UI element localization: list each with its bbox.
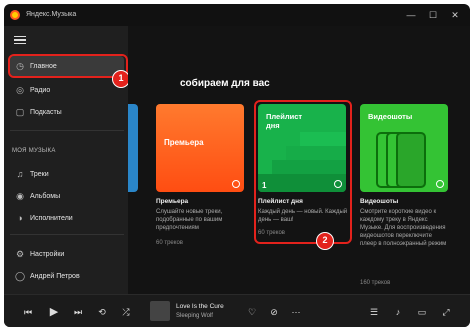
annotation-highlight-playlist: [254, 100, 352, 244]
mini-player-icon[interactable]: ▭: [414, 304, 430, 320]
like-icon[interactable]: ♡: [244, 304, 260, 320]
track-title[interactable]: Love Is the Cure: [176, 303, 224, 310]
cover-videoshots[interactable]: Видеошоты: [360, 104, 448, 192]
card-title[interactable]: Премьера: [156, 198, 188, 205]
annotation-badge-2: 2: [316, 232, 334, 250]
podcast-icon: ▢: [15, 106, 25, 117]
shuffle-icon[interactable]: ⤮: [118, 304, 134, 320]
dislike-icon[interactable]: ⊘: [266, 304, 282, 320]
fullscreen-icon[interactable]: ⤢: [438, 304, 454, 320]
sidebar: ◷ Главное ◎ Радио ▢ Подкасты МОЯ МУЗЫКА …: [4, 26, 128, 294]
yandex-badge-icon: [232, 180, 240, 188]
close-button[interactable]: ✕: [448, 8, 462, 22]
radio-icon: ◎: [16, 84, 24, 95]
sidebar-item-label: Альбомы: [30, 192, 61, 200]
cover-title: Премьера: [164, 138, 204, 147]
section-heading: собираем для вас: [180, 78, 270, 89]
sidebar-item-podcasts[interactable]: ▢ Подкасты: [10, 102, 124, 122]
sidebar-item-label: Исполнители: [30, 214, 73, 222]
user-icon: ◯: [14, 270, 26, 281]
card-description: Слушайте новые треки, подобранные по ваш…: [156, 209, 223, 231]
card-description: Смотрите короткие видео к каждому треку …: [360, 209, 447, 247]
card-track-count: 160 треков: [360, 280, 391, 286]
sidebar-item-label: Радио: [30, 86, 51, 94]
queue-icon[interactable]: ☰: [366, 304, 382, 320]
track-artist[interactable]: Sleeping Wolf: [176, 313, 213, 319]
sidebar-item-label: Андрей Петров: [30, 272, 80, 280]
sidebar-item-profile[interactable]: ◯ Андрей Петров: [10, 266, 124, 286]
sidebar-item-radio[interactable]: ◎ Радио: [10, 80, 124, 100]
yandex-music-logo-icon: [10, 10, 20, 20]
repeat-icon[interactable]: ⟲: [94, 304, 110, 320]
cover-title: Видеошоты: [368, 112, 413, 121]
main-content: собираем для вас Премьера Премьера Слуша…: [128, 26, 470, 294]
player-bar: ⏮ ▶ ⏭ ⟲ ⤮ Love Is the Cure Sleeping Wolf…: [4, 294, 470, 327]
divider: [10, 130, 124, 131]
album-icon: ◉: [16, 190, 24, 201]
minimize-button[interactable]: —: [404, 8, 418, 22]
play-icon[interactable]: ▶: [46, 304, 62, 320]
sidebar-item-artists[interactable]: ◑ Исполнители: [10, 208, 124, 228]
sidebar-item-albums[interactable]: ◉ Альбомы: [10, 186, 124, 206]
sidebar-item-tracks[interactable]: ♫ Треки: [10, 164, 124, 184]
volume-icon[interactable]: ♪: [390, 304, 406, 320]
card-partial-left[interactable]: [128, 104, 138, 192]
yandex-badge-icon: [436, 180, 444, 188]
app-window: Яндекс.Музыка — ☐ ✕ ◷ Главное ◎ Радио ▢ …: [4, 4, 470, 327]
annotation-highlight-home: [8, 54, 128, 78]
divider: [10, 234, 124, 235]
more-icon[interactable]: ⋯: [288, 304, 304, 320]
window-title: Яндекс.Музыка: [26, 11, 77, 18]
maximize-button[interactable]: ☐: [426, 8, 440, 22]
section-title-my-music: МОЯ МУЗЫКА: [12, 148, 56, 154]
sidebar-item-label: Треки: [30, 170, 49, 178]
next-icon[interactable]: ⏭: [70, 304, 86, 320]
track-cover[interactable]: [150, 301, 170, 321]
titlebar: Яндекс.Музыка — ☐ ✕: [4, 4, 470, 26]
artist-icon: ◑: [17, 213, 23, 223]
cover-premiere[interactable]: Премьера: [156, 104, 244, 192]
sidebar-item-settings[interactable]: ⚙ Настройки: [10, 244, 124, 264]
phone-graphic: [396, 132, 426, 188]
card-track-count: 60 треков: [156, 240, 183, 246]
note-icon: ♫: [16, 169, 24, 179]
gear-icon: ⚙: [15, 248, 25, 259]
card-title[interactable]: Видеошоты: [360, 198, 398, 205]
prev-icon[interactable]: ⏮: [20, 304, 36, 320]
hamburger-icon[interactable]: [14, 36, 26, 44]
sidebar-item-label: Подкасты: [30, 108, 62, 116]
sidebar-item-label: Настройки: [30, 250, 65, 258]
